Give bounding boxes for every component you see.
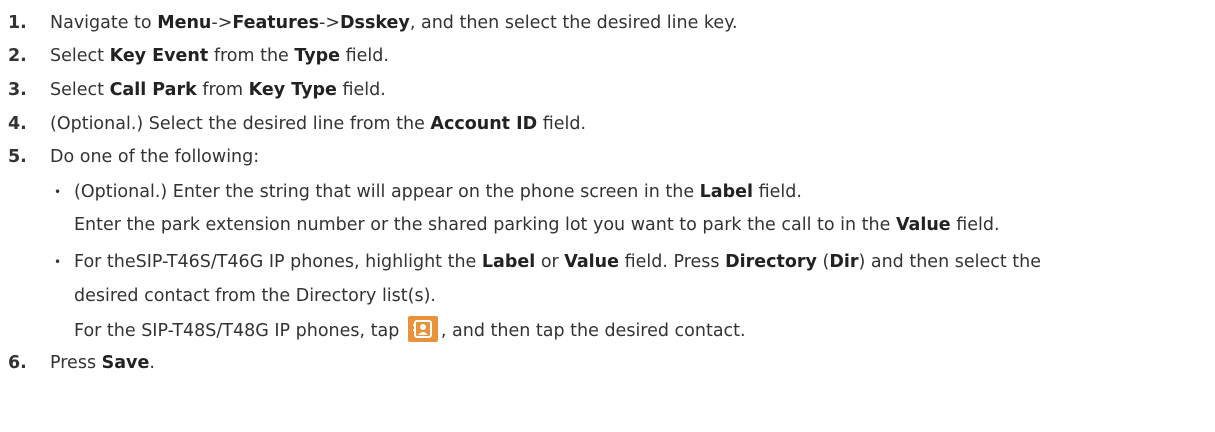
text-run: from the <box>208 46 295 66</box>
directory-term: Directory <box>725 252 817 272</box>
bullet-glyph: • <box>54 255 62 269</box>
text-run: ( <box>816 252 830 272</box>
call-park-term: Call Park <box>109 80 197 100</box>
bullet-text: Enter the park extension number or the s… <box>74 214 1000 236</box>
label-term: Label <box>481 252 536 272</box>
bullet-text: For theSIP-T46S/T46G IP phones, highligh… <box>74 251 1041 273</box>
text-run: field. <box>950 215 1000 235</box>
directory-contact-icon <box>407 316 438 342</box>
step-number: 3. <box>8 80 27 100</box>
text-run: (Optional.) Select the desired line from… <box>50 114 431 134</box>
dir-term: Dir <box>829 252 859 272</box>
features-term: Features <box>232 13 320 33</box>
bullet-text: (Optional.) Enter the string that will a… <box>74 181 802 203</box>
text-run: field. <box>340 46 389 66</box>
text-run: For the SIP-T48S/T48G IP phones, tap <box>74 321 405 341</box>
text-run: Select <box>50 46 110 66</box>
account-id-term: Account ID <box>430 114 538 134</box>
text-run: For theSIP-T46S/T46G IP phones, highligh… <box>74 252 482 272</box>
text-run: Press <box>50 353 102 373</box>
text-run: field. <box>537 114 587 134</box>
step-text: Press Save. <box>50 352 155 374</box>
step-number: 4. <box>8 114 27 134</box>
text-run: Select <box>50 80 110 100</box>
step-text: Navigate to Menu->Features->Dsskey, and … <box>50 12 738 34</box>
save-term: Save <box>101 353 150 373</box>
key-event-term: Key Event <box>109 46 209 66</box>
key-type-term: Key Type <box>248 80 337 100</box>
text-run: , and then select the desired line key. <box>409 13 738 33</box>
text-run: , and then tap the desired contact. <box>440 321 746 341</box>
text-run: or <box>535 252 565 272</box>
text-run: field. <box>336 80 386 100</box>
value-term: Value <box>895 215 951 235</box>
dsskey-term: Dsskey <box>340 13 410 33</box>
bullet-text: desired contact from the Directory list(… <box>74 286 436 306</box>
step-text: Do one of the following: <box>50 147 260 167</box>
step-number: 5. <box>8 147 27 167</box>
step-number: 1. <box>8 13 27 33</box>
instruction-document: 1. Navigate to Menu->Features->Dsskey, a… <box>0 0 1215 432</box>
bullet-text: For the SIP-T48S/T48G IP phones, tap , a… <box>74 316 746 344</box>
type-term: Type <box>294 46 341 66</box>
step-text: Select Call Park from Key Type field. <box>50 79 386 101</box>
text-run: Enter the park extension number or the s… <box>74 215 896 235</box>
value-term: Value <box>564 252 620 272</box>
step-number: 6. <box>8 353 27 373</box>
text-run: . <box>149 353 155 373</box>
arrow-text: -> <box>211 13 233 33</box>
step-text: Select Key Event from the Type field. <box>50 45 389 67</box>
label-term: Label <box>699 182 754 202</box>
step-number: 2. <box>8 46 27 66</box>
text-run: (Optional.) Enter the string that will a… <box>74 182 700 202</box>
text-run: field. Press <box>619 252 726 272</box>
arrow-text: -> <box>319 13 341 33</box>
text-run: Navigate to <box>50 13 158 33</box>
text-run: ) and then select the <box>858 252 1041 272</box>
bullet-glyph: • <box>54 185 62 199</box>
menu-term: Menu <box>157 13 212 33</box>
text-run: from <box>196 80 249 100</box>
text-run: field. <box>753 182 802 202</box>
step-text: (Optional.) Select the desired line from… <box>50 113 586 135</box>
